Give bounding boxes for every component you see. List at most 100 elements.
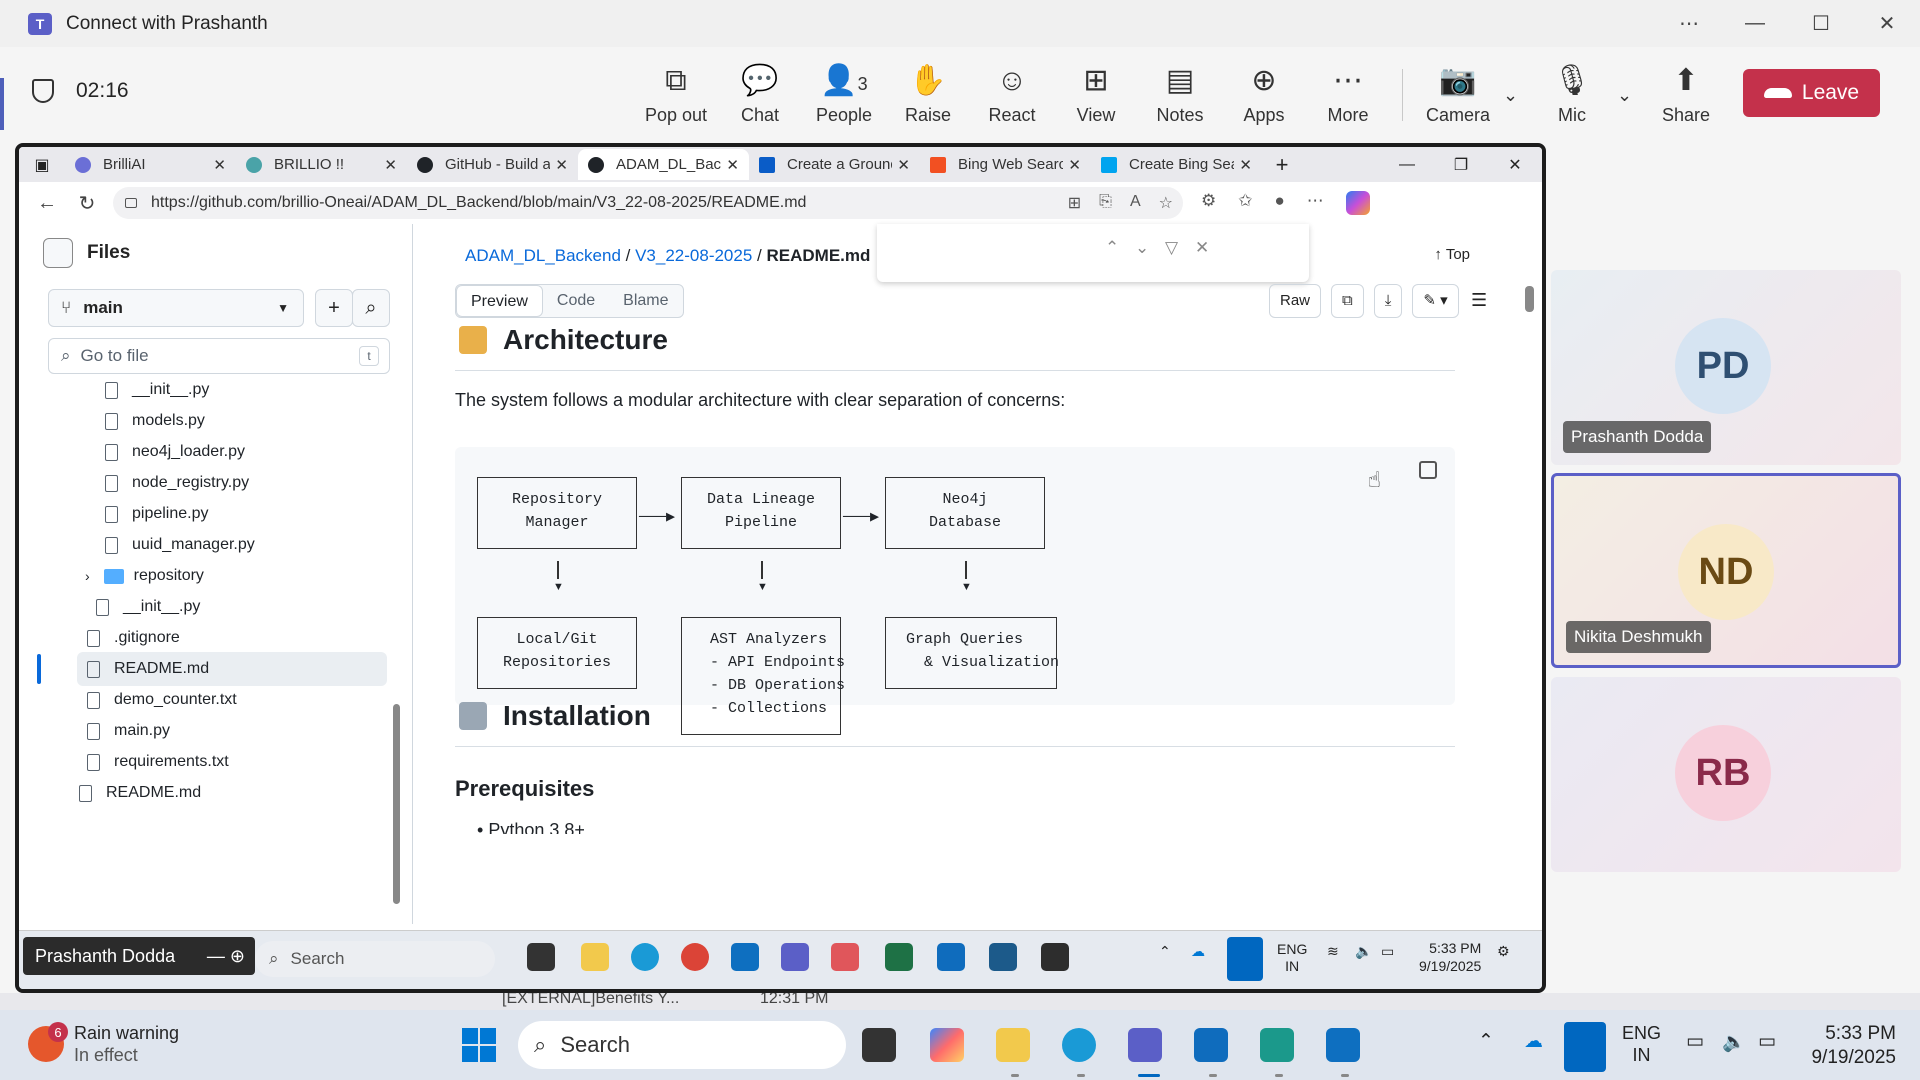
tree-file[interactable]: main.py — [87, 714, 387, 748]
camera-button[interactable]: 📷 Camera — [1416, 61, 1500, 131]
close-tab-icon[interactable]: ✕ — [1239, 156, 1252, 174]
taskbar-search-box[interactable]: ⌕ Search — [518, 1021, 846, 1069]
more-options-icon[interactable]: ⋯ — [1656, 0, 1722, 47]
close-tab-icon[interactable]: ✕ — [726, 156, 739, 174]
apps-icon[interactable]: ⊞ — [1068, 193, 1081, 213]
back-to-top-button[interactable]: ↑ Top — [1434, 246, 1470, 263]
pop-out-button[interactable]: ⧉ Pop out — [634, 61, 718, 131]
tree-file[interactable]: requirements.txt — [87, 745, 387, 779]
new-tab-button[interactable]: + — [1262, 152, 1302, 178]
filter-icon[interactable]: ▽ — [1165, 238, 1178, 258]
browser-tab-active[interactable]: ADAM_DL_Back ✕ — [578, 149, 749, 180]
app-icon[interactable] — [1260, 1028, 1294, 1062]
view-button[interactable]: ⊞ View — [1054, 61, 1138, 131]
chevron-up-icon[interactable]: ⌃ — [1478, 1030, 1494, 1053]
tree-file[interactable]: uuid_manager.py — [105, 528, 385, 562]
close-tab-icon[interactable]: ✕ — [555, 156, 568, 174]
tree-file[interactable]: node_registry.py — [105, 466, 385, 500]
mic-active-icon[interactable] — [1564, 1022, 1606, 1072]
close-tab-icon[interactable]: ✕ — [213, 156, 226, 174]
chrome-icon[interactable] — [681, 943, 709, 971]
tab-code[interactable]: Code — [543, 285, 609, 317]
tree-file[interactable]: neo4j_loader.py — [105, 435, 385, 469]
onedrive-icon[interactable]: ☁ — [1191, 943, 1205, 960]
excel-icon[interactable] — [885, 943, 913, 971]
mic-active-icon[interactable] — [1227, 937, 1263, 981]
favorites-icon[interactable]: ✩ — [1238, 191, 1252, 215]
vscode-icon[interactable] — [1326, 1028, 1360, 1062]
close-button[interactable]: ✕ — [1488, 147, 1542, 182]
previous-match-icon[interactable]: ⌃ — [1105, 238, 1119, 258]
leave-button[interactable]: Leave — [1743, 69, 1880, 117]
terminal-icon[interactable] — [1041, 943, 1069, 971]
favorite-star-icon[interactable]: ☆ — [1159, 193, 1173, 213]
participant-tile[interactable]: RB — [1551, 677, 1901, 872]
weather-widget[interactable]: 6 Rain warning In effect — [28, 1022, 179, 1066]
speaker-icon[interactable]: 🔈 — [1722, 1030, 1746, 1054]
teams-icon[interactable] — [1128, 1028, 1162, 1062]
m365-icon[interactable] — [930, 1028, 964, 1062]
menu-more-icon[interactable]: ⋯ — [1307, 191, 1324, 215]
apps-button[interactable]: ⊕ Apps — [1222, 61, 1306, 131]
tab-blame[interactable]: Blame — [609, 285, 682, 317]
wifi-icon[interactable]: ≋ — [1327, 943, 1339, 960]
participant-tile-speaking[interactable]: ND Nikita Deshmukh — [1551, 473, 1901, 668]
app-icon[interactable] — [527, 943, 555, 971]
notification-icon[interactable]: ⚙ — [1497, 943, 1510, 960]
close-tab-icon[interactable]: ✕ — [384, 156, 397, 174]
app-icon[interactable] — [831, 943, 859, 971]
translate-icon[interactable]: ⎘ — [1099, 193, 1112, 213]
battery-icon[interactable]: ▭ — [1758, 1030, 1776, 1053]
start-button[interactable] — [462, 1028, 496, 1062]
collapse-panel-icon[interactable] — [43, 238, 73, 268]
tree-folder[interactable]: › repository — [85, 559, 385, 593]
close-tab-icon[interactable]: ✕ — [1068, 156, 1081, 174]
outlook-icon[interactable] — [1194, 1028, 1228, 1062]
edge-icon[interactable] — [631, 943, 659, 971]
mic-button[interactable]: 🎙 Mic — [1530, 61, 1614, 131]
file-explorer-icon[interactable] — [996, 1028, 1030, 1062]
browser-tab[interactable]: BRILLIO !! ✕ — [236, 149, 407, 180]
outlook-icon[interactable] — [937, 943, 965, 971]
restore-button[interactable]: ❐ — [1434, 147, 1488, 182]
tab-preview[interactable]: Preview — [456, 285, 543, 317]
minimize-button[interactable]: — — [1380, 147, 1434, 182]
people-button[interactable]: 👤3 People — [802, 61, 886, 131]
edit-icon[interactable]: ✎ ▾ — [1412, 284, 1459, 318]
vscode-icon[interactable] — [731, 943, 759, 971]
raw-button[interactable]: Raw — [1269, 284, 1322, 318]
outline-icon[interactable]: ☰ — [1471, 290, 1487, 311]
chevron-up-icon[interactable]: ⌃ — [1159, 943, 1171, 960]
tree-file[interactable]: pipeline.py — [105, 497, 385, 531]
app-icon[interactable] — [989, 943, 1017, 971]
copy-code-icon[interactable] — [1419, 461, 1437, 479]
url-input[interactable]: https://github.com/brillio-Oneai/ADAM_DL… — [113, 187, 1183, 219]
close-tab-icon[interactable]: ✕ — [897, 156, 910, 174]
close-button[interactable]: ✕ — [1854, 0, 1920, 47]
browser-tab[interactable]: BrilliAI ✕ — [65, 149, 236, 180]
task-view-icon[interactable] — [862, 1028, 896, 1062]
minimize-button[interactable]: — — [1722, 0, 1788, 47]
browser-tab[interactable]: Create Bing Sea ✕ — [1091, 149, 1262, 180]
notes-button[interactable]: ▤ Notes — [1138, 61, 1222, 131]
taskbar-clock[interactable]: 5:33 PM 9/19/2025 — [1811, 1022, 1896, 1070]
refresh-icon[interactable]: ↻ — [67, 191, 107, 216]
file-explorer-icon[interactable] — [581, 943, 609, 971]
tree-file[interactable]: README.md — [79, 776, 379, 810]
tab-actions-icon[interactable]: ▣ — [19, 147, 65, 182]
back-icon[interactable]: ← — [27, 192, 67, 215]
network-icon[interactable]: ▭ — [1686, 1030, 1704, 1053]
battery-icon[interactable]: ▭ — [1381, 943, 1394, 960]
close-find-icon[interactable]: ✕ — [1195, 238, 1209, 258]
search-button[interactable]: ⌕ — [352, 289, 390, 327]
edge-icon[interactable] — [1062, 1028, 1096, 1062]
breadcrumb-folder-link[interactable]: V3_22-08-2025 — [635, 246, 752, 265]
branch-selector[interactable]: ⑂ main ▼ — [48, 289, 304, 327]
browser-tab[interactable]: Bing Web Searc ✕ — [920, 149, 1091, 180]
more-button[interactable]: ⋯ More — [1306, 61, 1390, 131]
teams-icon[interactable] — [781, 943, 809, 971]
document-scrollbar[interactable] — [1525, 286, 1534, 312]
language-indicator[interactable]: ENG IN — [1622, 1022, 1661, 1066]
tree-file[interactable]: demo_counter.txt — [87, 683, 387, 717]
mic-options-chevron-icon[interactable]: ⌄ — [1617, 85, 1632, 106]
